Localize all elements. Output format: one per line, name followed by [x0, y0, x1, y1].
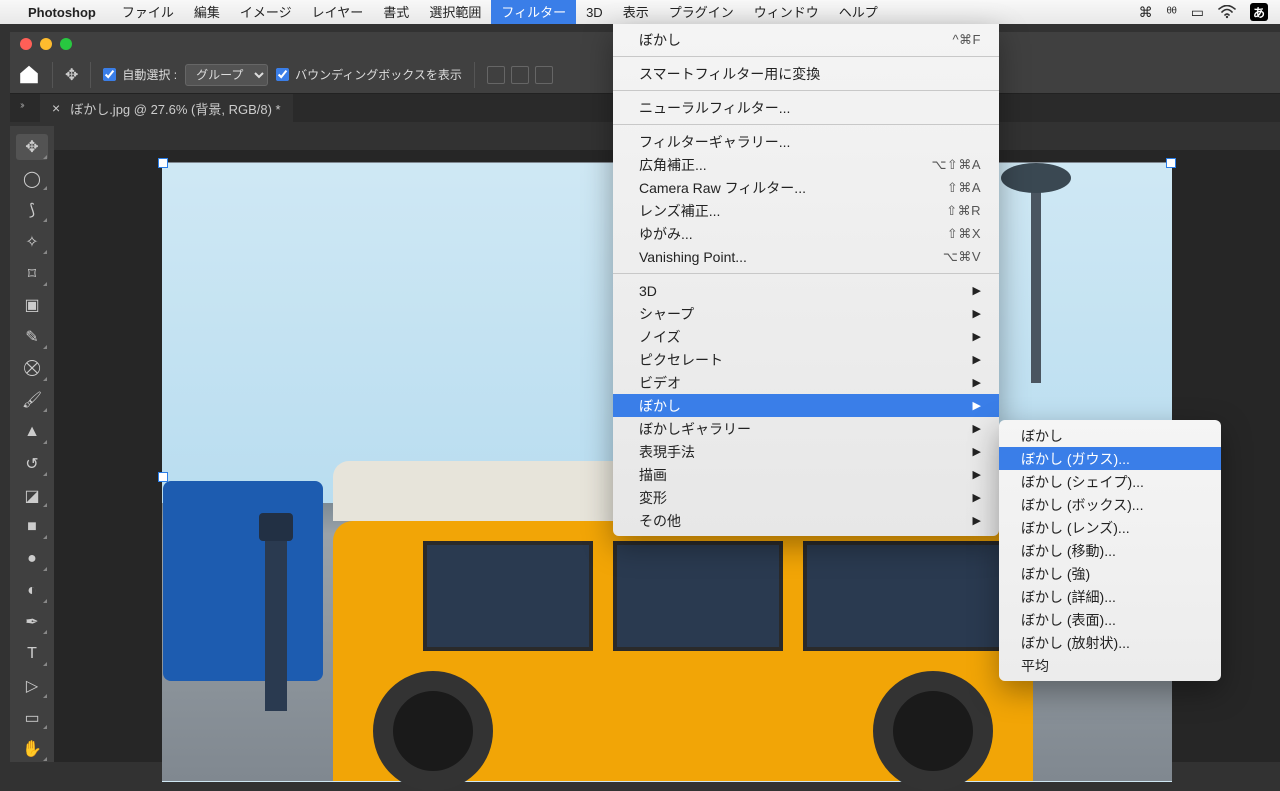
ime-indicator[interactable]: あ [1250, 3, 1268, 21]
menu-vanishing-point[interactable]: Vanishing Point...⌥⌘V [613, 245, 999, 268]
history-brush-tool[interactable]: ↺ [16, 451, 48, 477]
blur-submenu-item[interactable]: ぼかし (ガウス)... [999, 447, 1221, 470]
type-tool[interactable]: T [16, 641, 48, 667]
pen-tool[interactable]: ✒ [16, 610, 48, 636]
menu-convert-smart-filter[interactable]: スマートフィルター用に変換 [613, 62, 999, 85]
align-buttons [487, 66, 553, 84]
menubar-item-3D[interactable]: 3D [576, 1, 613, 25]
menu-filter-gallery[interactable]: フィルターギャラリー... [613, 130, 999, 153]
macos-menubar: Photoshop ファイル編集イメージレイヤー書式選択範囲フィルター3D表示プ… [0, 0, 1280, 24]
clone-stamp-tool[interactable]: ▲ [16, 419, 48, 445]
transform-handle[interactable] [158, 472, 168, 482]
menubar-item-編集[interactable]: 編集 [184, 0, 230, 24]
menu-sub-ぼかしギャラリー[interactable]: ぼかしギャラリー▶ [613, 417, 999, 440]
blur-submenu-item[interactable]: ぼかし (レンズ)... [999, 516, 1221, 539]
control-strip-icon[interactable]: ⌘ [1139, 4, 1153, 21]
menubar-item-選択範囲[interactable]: 選択範囲 [419, 0, 491, 24]
document-tab[interactable]: × ぼかし.jpg @ 27.6% (背景, RGB/8) * [40, 94, 293, 122]
close-window-button[interactable] [20, 38, 32, 50]
menu-sub-ぼかし[interactable]: ぼかし▶ [613, 394, 999, 417]
filter-menu-dropdown: ぼかし^⌘F スマートフィルター用に変換 ニューラルフィルター... フィルター… [613, 24, 999, 536]
reader-icon[interactable]: ᶿᶿ [1167, 4, 1177, 20]
menu-liquify[interactable]: ゆがみ...⇧⌘X [613, 222, 999, 245]
menubar-item-表示[interactable]: 表示 [613, 0, 659, 24]
blur-submenu-item[interactable]: ぼかし (ボックス)... [999, 493, 1221, 516]
toolbox: ✥ ◯ ⟆ ✧ ⌑ ▣ ✎ ⛒ 🖌 ▲ ↺ ◪ ■ ● ◐ ✒ T ▷ ▭ ✋ [10, 126, 54, 762]
align-right-icon[interactable] [535, 66, 553, 84]
menubar-item-書式[interactable]: 書式 [373, 0, 419, 24]
auto-select-checkbox[interactable]: 自動選択 : [103, 66, 177, 83]
frame-tool[interactable]: ▣ [16, 293, 48, 319]
blur-submenu-item[interactable]: ぼかし (シェイプ)... [999, 470, 1221, 493]
move-tool[interactable]: ✥ [16, 134, 48, 160]
menu-sub-3D[interactable]: 3D▶ [613, 279, 999, 302]
menubar-item-イメージ[interactable]: イメージ [230, 0, 302, 24]
show-bbox-checkbox[interactable]: バウンディングボックスを表示 [276, 66, 462, 83]
expand-panels-icon[interactable]: ›› [14, 100, 23, 111]
menubar-item-プラグイン[interactable]: プラグイン [659, 0, 744, 24]
menu-last-filter[interactable]: ぼかし^⌘F [613, 28, 999, 51]
menu-neural-filters[interactable]: ニューラルフィルター... [613, 96, 999, 119]
blur-submenu-item[interactable]: ぼかし (表面)... [999, 608, 1221, 631]
hand-tool[interactable]: ✋ [16, 736, 48, 762]
menubar-item-ファイル[interactable]: ファイル [112, 0, 184, 24]
menu-adaptive-wide-angle[interactable]: 広角補正...⌥⇧⌘A [613, 153, 999, 176]
menu-sub-変形[interactable]: 変形▶ [613, 486, 999, 509]
menu-sub-シャープ[interactable]: シャープ▶ [613, 302, 999, 325]
blur-submenu-item[interactable]: ぼかし (移動)... [999, 539, 1221, 562]
lasso-tool[interactable]: ⟆ [16, 197, 48, 223]
auto-select-target[interactable]: グループ [185, 64, 268, 86]
align-left-icon[interactable] [487, 66, 505, 84]
eyedropper-tool[interactable]: ✎ [16, 324, 48, 350]
menubar-item-フィルター[interactable]: フィルター [491, 0, 576, 24]
rectangle-tool[interactable]: ▭ [16, 705, 48, 731]
wifi-icon[interactable] [1218, 5, 1236, 19]
menu-sub-ビデオ[interactable]: ビデオ▶ [613, 371, 999, 394]
align-center-icon[interactable] [511, 66, 529, 84]
menu-sub-描画[interactable]: 描画▶ [613, 463, 999, 486]
dodge-tool[interactable]: ◐ [16, 578, 48, 604]
menu-sub-その他[interactable]: その他▶ [613, 509, 999, 532]
menubar-item-レイヤー[interactable]: レイヤー [302, 0, 374, 24]
menu-sub-ノイズ[interactable]: ノイズ▶ [613, 325, 999, 348]
blur-submenu-item[interactable]: ぼかし (強) [999, 562, 1221, 585]
move-tool-icon: ✥ [65, 65, 78, 85]
transform-handle[interactable] [1166, 158, 1176, 168]
brush-tool[interactable]: 🖌 [16, 388, 48, 414]
blur-submenu-item[interactable]: 平均 [999, 654, 1221, 677]
menubar-item-ヘルプ[interactable]: ヘルプ [829, 0, 888, 24]
blur-submenu-item[interactable]: ぼかし (詳細)... [999, 585, 1221, 608]
healing-brush-tool[interactable]: ⛒ [16, 356, 48, 382]
zoom-window-button[interactable] [60, 38, 72, 50]
close-tab-icon[interactable]: × [52, 100, 60, 116]
home-icon[interactable] [18, 64, 40, 86]
eraser-tool[interactable]: ◪ [16, 483, 48, 509]
document-tab-title: ぼかし.jpg @ 27.6% (背景, RGB/8) * [70, 99, 280, 118]
blur-submenu-item[interactable]: ぼかし [999, 424, 1221, 447]
marquee-tool[interactable]: ◯ [16, 166, 48, 192]
blur-tool[interactable]: ● [16, 546, 48, 572]
transform-handle[interactable] [158, 158, 168, 168]
app-name[interactable]: Photoshop [28, 5, 96, 20]
minimize-window-button[interactable] [40, 38, 52, 50]
airplay-icon[interactable]: ▭ [1191, 4, 1204, 21]
menu-lens-correction[interactable]: レンズ補正...⇧⌘R [613, 199, 999, 222]
menu-camera-raw-filter[interactable]: Camera Raw フィルター...⇧⌘A [613, 176, 999, 199]
gradient-tool[interactable]: ■ [16, 514, 48, 540]
menubar-item-ウィンドウ[interactable]: ウィンドウ [744, 0, 829, 24]
path-selection-tool[interactable]: ▷ [16, 673, 48, 699]
magic-wand-tool[interactable]: ✧ [16, 229, 48, 255]
crop-tool[interactable]: ⌑ [16, 261, 48, 287]
menu-sub-ピクセレート[interactable]: ピクセレート▶ [613, 348, 999, 371]
blur-submenu-item[interactable]: ぼかし (放射状)... [999, 631, 1221, 654]
menu-sub-表現手法[interactable]: 表現手法▶ [613, 440, 999, 463]
blur-submenu: ぼかしぼかし (ガウス)...ぼかし (シェイプ)...ぼかし (ボックス)..… [999, 420, 1221, 681]
